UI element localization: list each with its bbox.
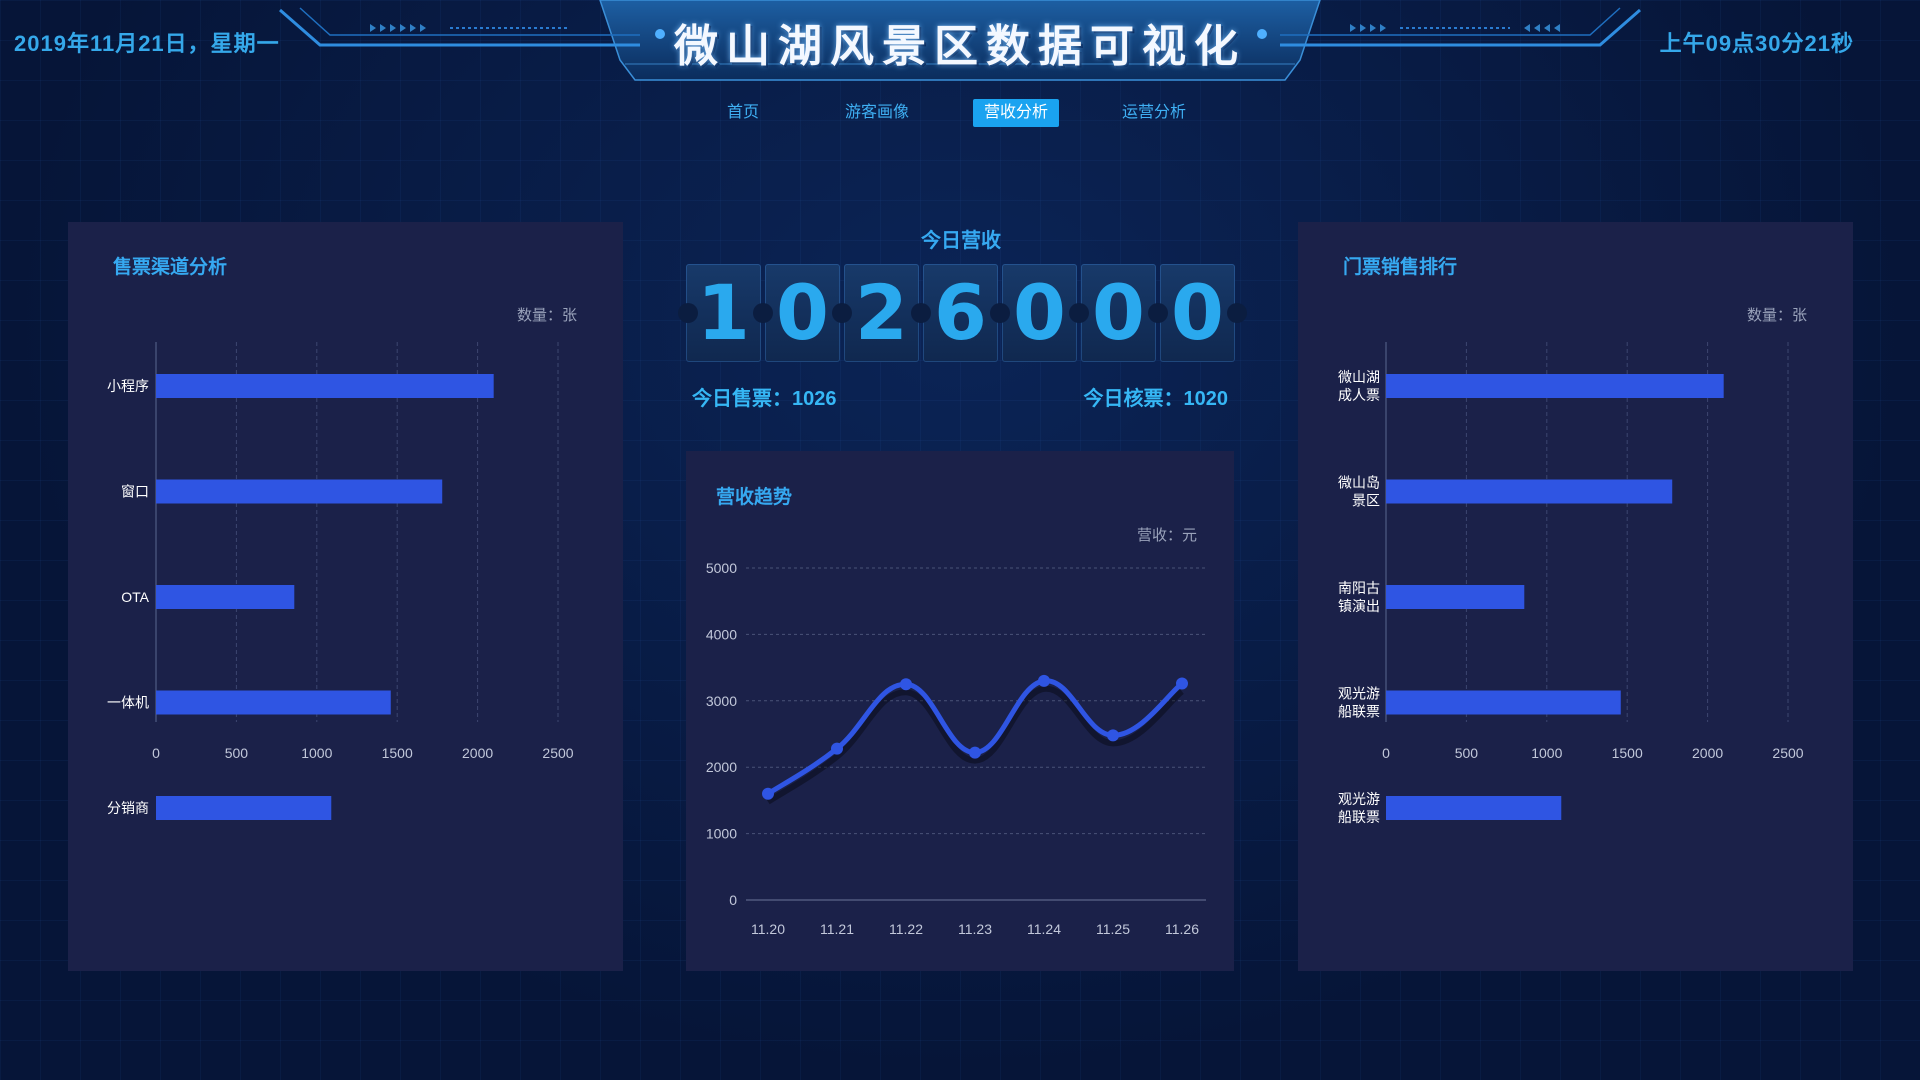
ranking-category-label: 观光游 xyxy=(1338,791,1380,807)
trend-point xyxy=(1107,729,1119,742)
counter-notch xyxy=(911,303,931,323)
counter-notch xyxy=(1069,303,1089,323)
counter-notch xyxy=(832,303,852,323)
revenue-digit: 6 xyxy=(923,264,998,362)
trend-x-label: 11.21 xyxy=(820,921,854,937)
revenue-digit: 0 xyxy=(765,264,840,362)
trend-panel: 营收趋势 营收：元 0 1000 2000 3000 4000 5000 11.20 11.2… xyxy=(686,451,1234,971)
ranking-tick-label: 500 xyxy=(1455,745,1479,761)
trend-tick-label: 2000 xyxy=(706,759,737,775)
channel-bar xyxy=(156,585,295,609)
channel-tick-label: 2000 xyxy=(462,745,493,761)
trend-x-label: 11.26 xyxy=(1165,921,1199,937)
ranking-bar xyxy=(1386,374,1724,398)
ranking-category-label: 成人票 xyxy=(1338,387,1380,403)
trend-tick-label: 1000 xyxy=(706,826,737,842)
channel-bar xyxy=(156,796,332,820)
ranking-bar xyxy=(1386,479,1673,504)
channel-bar xyxy=(156,374,494,398)
trend-point xyxy=(969,746,981,759)
trend-tick-label: 0 xyxy=(729,892,737,908)
trend-tick-label: 3000 xyxy=(706,693,737,709)
revenue-digit: 0 xyxy=(1160,264,1235,362)
ranking-category-label: 镇演出 xyxy=(1338,598,1380,614)
tickets-sold-stat: 今日售票：1026 xyxy=(692,388,837,410)
tickets-checked-stat: 今日核票：1020 xyxy=(1083,388,1229,410)
revenue-digit: 0 xyxy=(1081,264,1156,362)
ranking-category-label: 微山岛 xyxy=(1338,475,1380,491)
ranking-bar xyxy=(1386,690,1621,715)
channel-tick-label: 1000 xyxy=(301,745,332,761)
ranking-tick-label: 1000 xyxy=(1531,745,1562,761)
counter-notch xyxy=(1148,303,1168,323)
revenue-trend-chart: 0 1000 2000 3000 4000 5000 11.20 11.21 11.22 11.2… xyxy=(706,560,1206,937)
channel-category-label: 分销商 xyxy=(107,800,149,816)
tab-home[interactable]: 首页 xyxy=(704,99,782,127)
channel-tick-label: 500 xyxy=(225,745,249,761)
channel-category-label: 一体机 xyxy=(107,695,149,711)
trend-line-shadow xyxy=(766,685,1184,805)
trend-line xyxy=(766,678,1184,796)
channel-category-label: OTA xyxy=(121,589,149,605)
channel-bar-chart: 0 500 1000 1500 2000 2500 小程序窗口 OTA 一体机分销商 xyxy=(107,342,574,820)
ranking-category-label: 微山湖 xyxy=(1338,369,1380,385)
channel-tick-label: 2500 xyxy=(542,745,573,761)
trend-x-label: 11.22 xyxy=(889,921,923,937)
channel-tick-label: 0 xyxy=(152,745,160,761)
ranking-category-label: 景区 xyxy=(1352,493,1380,509)
revenue-counter: 1 0 2 6 0 0 0 xyxy=(678,264,1247,362)
trend-x-label: 11.23 xyxy=(958,921,992,937)
revenue-label: 今日营收 xyxy=(921,230,1001,252)
trend-point xyxy=(762,787,774,800)
page-title: 微山湖风景区数据可视化 xyxy=(674,21,1246,72)
current-time: 上午09点30分21秒 xyxy=(1659,31,1854,56)
ranking-tick-label: 2500 xyxy=(1772,745,1803,761)
ranking-panel: 门票销售排行 数量：张 0 500 1000 1500 2000 2500 微山湖 成人票 微山… xyxy=(1298,222,1853,971)
channel-bar xyxy=(156,690,391,715)
trend-tick-label: 5000 xyxy=(706,560,737,576)
counter-notch xyxy=(990,303,1010,323)
trend-x-label: 11.20 xyxy=(751,921,785,937)
ranking-bar-chart: 0 500 1000 1500 2000 2500 微山湖成人票微山岛景区南阳古镇演出观光游… xyxy=(1338,342,1804,825)
trend-tick-label: 4000 xyxy=(706,626,737,642)
counter-notch xyxy=(1227,303,1247,323)
ranking-grid xyxy=(1385,342,1789,722)
trend-point xyxy=(900,678,912,691)
ranking-category-label: 观光游 xyxy=(1338,686,1380,702)
counter-notch xyxy=(753,303,773,323)
trend-point xyxy=(1038,674,1050,687)
revenue-digit: 2 xyxy=(844,264,919,362)
current-date: 2019年11月21日，星期一 xyxy=(14,31,280,56)
channel-tick-label: 1500 xyxy=(382,745,413,761)
ranking-bar xyxy=(1386,796,1562,820)
ranking-tick-label: 1500 xyxy=(1612,745,1643,761)
ranking-tick-label: 0 xyxy=(1382,745,1390,761)
channel-bar xyxy=(156,479,443,504)
channel-category-label: 小程序 xyxy=(107,378,149,394)
trend-x-label: 11.24 xyxy=(1027,921,1061,937)
tab-revenue-analysis[interactable]: 营收分析 xyxy=(973,99,1059,127)
tab-visitor-profile[interactable]: 游客画像 xyxy=(838,99,916,127)
channel-category-label: 窗口 xyxy=(121,484,149,500)
ranking-category-label: 船联票 xyxy=(1338,704,1380,720)
counter-notch xyxy=(678,303,698,323)
trend-x-label: 11.25 xyxy=(1096,921,1130,937)
ranking-category-label: 南阳古 xyxy=(1338,580,1380,596)
ranking-bar xyxy=(1386,585,1525,609)
trend-point xyxy=(831,742,843,755)
trend-point xyxy=(1176,677,1188,690)
channel-grid xyxy=(155,342,559,722)
ranking-category-label: 船联票 xyxy=(1338,809,1380,825)
ranking-tick-label: 2000 xyxy=(1692,745,1723,761)
revenue-digit: 0 xyxy=(1002,264,1077,362)
channel-panel: 售票渠道分析 数量：张 0 500 1000 1500 2000 2500 小程序 窗口 OTA… xyxy=(68,222,623,971)
tab-operation-analysis[interactable]: 运营分析 xyxy=(1115,99,1193,127)
